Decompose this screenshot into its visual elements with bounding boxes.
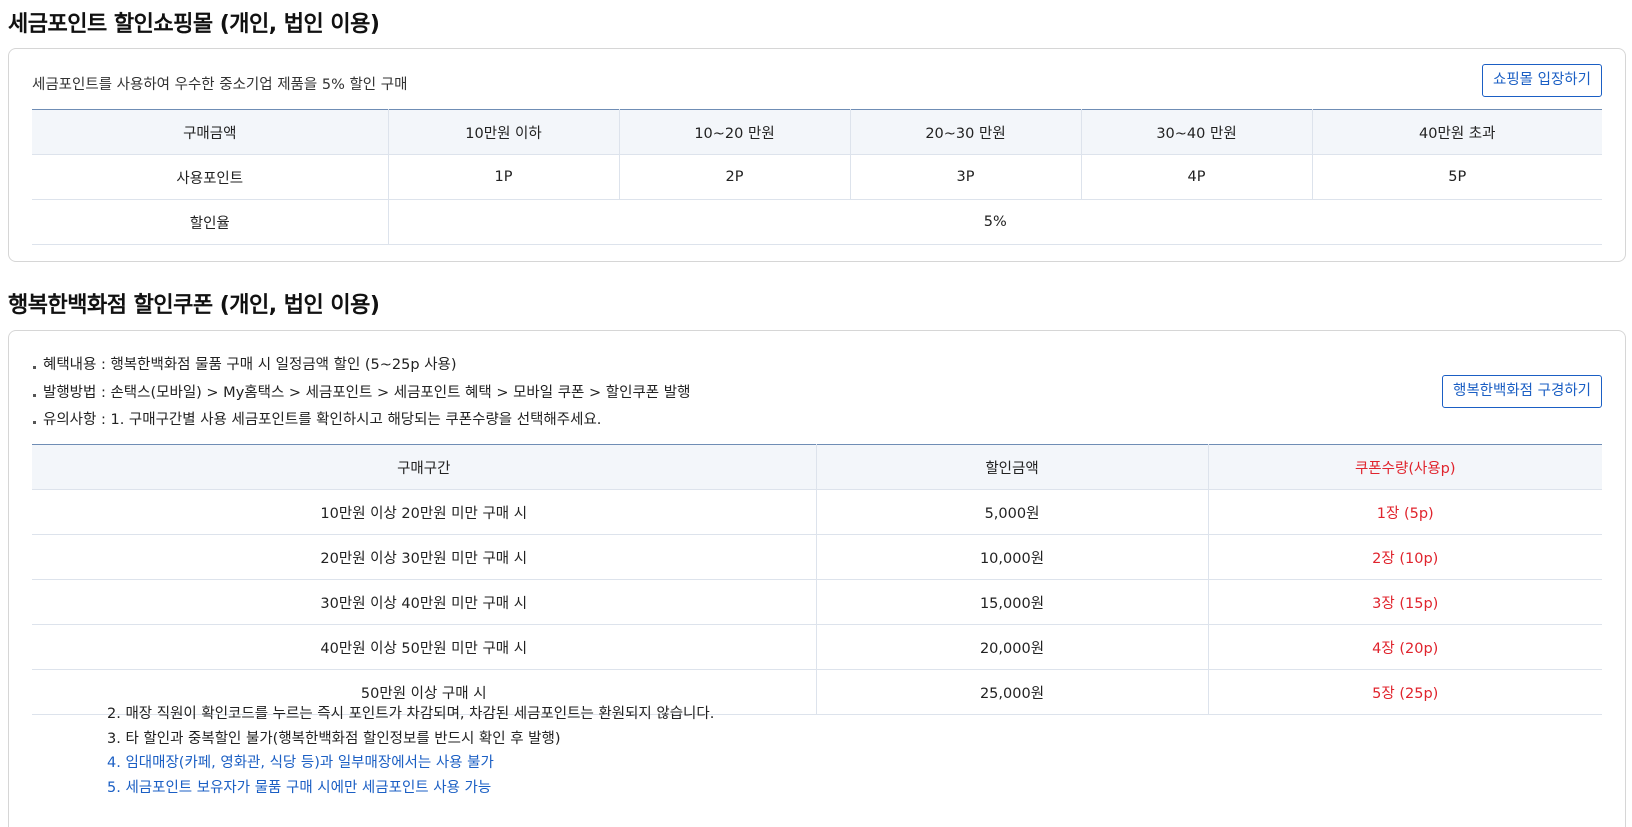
table-row: 10만원 이상 20만원 미만 구매 시 5,000원 1장 (5p) [32, 489, 1602, 535]
notice-item: 5. 세금포인트 보유자가 물품 구매 시에만 세금포인트 사용 가능 [107, 779, 492, 796]
range-cell: 10만원 이상 20만원 미만 구매 시 [32, 489, 816, 535]
points-cell: 5P [1311, 154, 1602, 200]
table-row: 구매구간 할인금액 쿠폰수량(사용p) [32, 444, 1602, 490]
department-store-panel: 혜택내용 : 행복한백화점 물품 구매 시 일정금액 할인 (5~25p 사용)… [8, 330, 1626, 827]
table-row: 사용포인트 1P 2P 3P 4P 5P [32, 154, 1602, 200]
section-title-department-store: 행복한백화점 할인쿠폰 (개인, 법인 이용) [8, 293, 380, 318]
rate-cell: 5% [387, 199, 1602, 245]
header-purchase-amount: 구매금액 [32, 109, 388, 155]
notice-list: 2. 매장 직원이 확인코드를 누르는 즉시 포인트가 차감되며, 차감된 세금… [107, 702, 714, 800]
amount-cell: 15,000원 [815, 579, 1208, 625]
amount-cell: 25,000원 [815, 669, 1208, 715]
range-cell: 40만원 이상 50만원 미만 구매 시 [32, 624, 816, 670]
header-col-3: 20~30 만원 [849, 109, 1081, 155]
table-row: 할인율 5% [32, 199, 1602, 245]
coupon-cell: 3장 (15p) [1207, 579, 1602, 625]
coupon-cell: 4장 (20p) [1207, 624, 1602, 670]
coupon-cell: 5장 (25p) [1207, 669, 1602, 715]
list-item: 유의사항 : 1. 구매구간별 사용 세금포인트를 확인하시고 해당되는 쿠폰수… [32, 407, 690, 435]
coupon-cell: 2장 (10p) [1207, 534, 1602, 580]
header-col-5: 40만원 초과 [1311, 109, 1602, 155]
list-item: 발행방법 : 손택스(모바일) > My홈택스 > 세금포인트 > 세금포인트 … [32, 380, 690, 408]
notice-item: 3. 타 할인과 중복할인 불가(행복한백화점 할인정보를 반드시 확인 후 발… [107, 730, 561, 747]
header-coupon-count: 쿠폰수량(사용p) [1207, 444, 1602, 490]
table-row: 30만원 이상 40만원 미만 구매 시 15,000원 3장 (15p) [32, 579, 1602, 625]
section-title-shopping-mall: 세금포인트 할인쇼핑몰 (개인, 법인 이용) [8, 12, 380, 37]
benefit-bullets: 혜택내용 : 행복한백화점 물품 구매 시 일정금액 할인 (5~25p 사용)… [32, 352, 690, 435]
notice-item: 2. 매장 직원이 확인코드를 누르는 즉시 포인트가 차감되며, 차감된 세금… [107, 706, 715, 722]
amount-cell: 5,000원 [815, 489, 1208, 535]
enter-mall-button[interactable]: 쇼핑몰 입장하기 [1482, 64, 1602, 97]
points-cell: 1P [387, 154, 619, 200]
amount-cell: 10,000원 [815, 534, 1208, 580]
points-cell: 3P [849, 154, 1081, 200]
shopping-mall-intro: 세금포인트를 사용하여 우수한 중소기업 제품을 5% 할인 구매 [32, 77, 408, 93]
header-col-1: 10만원 이하 [387, 109, 619, 155]
notice-item: 4. 임대매장(카페, 영화관, 식당 등)과 일부매장에서는 사용 불가 [107, 755, 494, 771]
range-cell: 20만원 이상 30만원 미만 구매 시 [32, 534, 816, 580]
list-item: 혜택내용 : 행복한백화점 물품 구매 시 일정금액 할인 (5~25p 사용) [32, 352, 690, 380]
table-row: 20만원 이상 30만원 미만 구매 시 10,000원 2장 (10p) [32, 534, 1602, 580]
range-cell: 30만원 이상 40만원 미만 구매 시 [32, 579, 816, 625]
header-col-2: 10~20 만원 [618, 109, 850, 155]
label-rate: 할인율 [32, 199, 388, 245]
header-purchase-range: 구매구간 [32, 444, 816, 490]
table-row: 구매금액 10만원 이하 10~20 만원 20~30 만원 30~40 만원 … [32, 109, 1602, 155]
browse-store-button[interactable]: 행복한백화점 구경하기 [1441, 375, 1602, 408]
label-points: 사용포인트 [32, 154, 388, 200]
header-discount-amount: 할인금액 [815, 444, 1208, 490]
table-row: 40만원 이상 50만원 미만 구매 시 20,000원 4장 (20p) [32, 624, 1602, 670]
coupon-table: 구매구간 할인금액 쿠폰수량(사용p) 10만원 이상 20만원 미만 구매 시… [32, 444, 1602, 715]
coupon-cell: 1장 (5p) [1207, 489, 1602, 535]
points-cell: 4P [1080, 154, 1312, 200]
point-usage-table: 구매금액 10만원 이하 10~20 만원 20~30 만원 30~40 만원 … [32, 109, 1602, 245]
header-col-4: 30~40 만원 [1080, 109, 1312, 155]
amount-cell: 20,000원 [815, 624, 1208, 670]
points-cell: 2P [618, 154, 850, 200]
shopping-mall-panel: 세금포인트를 사용하여 우수한 중소기업 제품을 5% 할인 구매 쇼핑몰 입장… [8, 48, 1626, 262]
